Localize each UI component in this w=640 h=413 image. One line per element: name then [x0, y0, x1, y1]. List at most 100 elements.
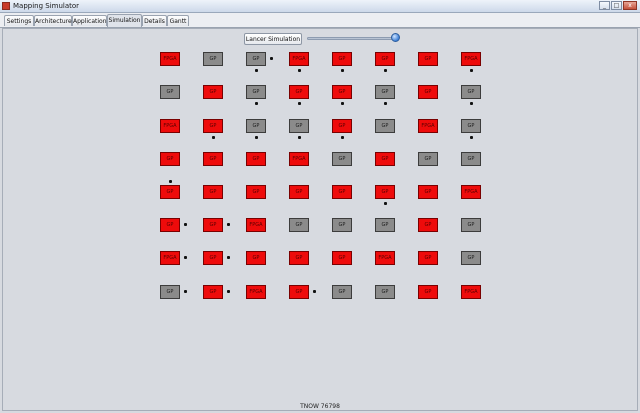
task-token — [298, 136, 301, 139]
task-token — [227, 256, 230, 259]
maximize-button[interactable]: □ — [611, 1, 622, 10]
processor-node-r6-c6[interactable]: GP — [418, 251, 438, 265]
processor-node-r7-c1[interactable]: GP — [203, 285, 223, 299]
tab-gantt[interactable]: Gantt — [167, 15, 189, 26]
window-controls: _ □ x — [599, 1, 637, 10]
task-token — [255, 102, 258, 105]
tab-simulation[interactable]: Simulation — [107, 14, 142, 27]
processor-node-r5-c5[interactable]: GP — [375, 218, 395, 232]
processor-node-r5-c7[interactable]: GP — [461, 218, 481, 232]
task-token — [384, 202, 387, 205]
processor-node-r3-c4[interactable]: GP — [332, 152, 352, 166]
processor-node-r5-c0[interactable]: GP — [160, 218, 180, 232]
minimize-button[interactable]: _ — [599, 1, 610, 10]
processor-node-r5-c2[interactable]: FPGA — [246, 218, 266, 232]
close-button[interactable]: x — [623, 1, 637, 10]
processor-node-r2-c6[interactable]: FPGA — [418, 119, 438, 133]
processor-node-r0-c5[interactable]: GP — [375, 52, 395, 66]
task-token — [212, 136, 215, 139]
app-icon — [2, 2, 10, 10]
processor-node-r0-c0[interactable]: FPGA — [160, 52, 180, 66]
task-token — [298, 102, 301, 105]
tab-bar: Settings Architecture Application Simula… — [0, 13, 640, 28]
processor-node-r5-c6[interactable]: GP — [418, 218, 438, 232]
processor-node-r7-c4[interactable]: GP — [332, 285, 352, 299]
launch-simulation-button[interactable]: Lancer Simulation — [244, 33, 302, 45]
task-token — [384, 102, 387, 105]
task-token — [313, 290, 316, 293]
processor-node-r6-c0[interactable]: FPGA — [160, 251, 180, 265]
processor-node-r5-c1[interactable]: GP — [203, 218, 223, 232]
processor-node-r4-c0[interactable]: GP — [160, 185, 180, 199]
processor-node-r1-c3[interactable]: GP — [289, 85, 309, 99]
processor-node-r7-c7[interactable]: FPGA — [461, 285, 481, 299]
task-token — [270, 57, 273, 60]
processor-node-r0-c4[interactable]: GP — [332, 52, 352, 66]
processor-node-r6-c5[interactable]: FPGA — [375, 251, 395, 265]
processor-node-r7-c6[interactable]: GP — [418, 285, 438, 299]
task-token — [470, 136, 473, 139]
processor-node-r2-c4[interactable]: GP — [332, 119, 352, 133]
processor-node-r1-c4[interactable]: GP — [332, 85, 352, 99]
processor-node-r4-c7[interactable]: FPGA — [461, 185, 481, 199]
processor-node-r6-c4[interactable]: GP — [332, 251, 352, 265]
processor-node-r5-c4[interactable]: GP — [332, 218, 352, 232]
processor-node-r6-c7[interactable]: GP — [461, 251, 481, 265]
processor-node-r6-c3[interactable]: GP — [289, 251, 309, 265]
processor-node-r4-c3[interactable]: GP — [289, 185, 309, 199]
processor-node-r7-c2[interactable]: FPGA — [246, 285, 266, 299]
processor-node-r6-c1[interactable]: GP — [203, 251, 223, 265]
processor-node-r4-c6[interactable]: GP — [418, 185, 438, 199]
task-token — [298, 69, 301, 72]
processor-node-r0-c3[interactable]: FPGA — [289, 52, 309, 66]
processor-node-r7-c3[interactable]: GP — [289, 285, 309, 299]
processor-node-r2-c7[interactable]: GP — [461, 119, 481, 133]
processor-node-r4-c1[interactable]: GP — [203, 185, 223, 199]
tab-application[interactable]: Application — [72, 15, 107, 26]
processor-node-r0-c7[interactable]: FPGA — [461, 52, 481, 66]
task-token — [184, 223, 187, 226]
task-token — [169, 180, 172, 183]
speed-slider-thumb[interactable] — [391, 33, 400, 42]
processor-node-r0-c6[interactable]: GP — [418, 52, 438, 66]
processor-node-r4-c4[interactable]: GP — [332, 185, 352, 199]
processor-node-r1-c0[interactable]: GP — [160, 85, 180, 99]
task-token — [184, 290, 187, 293]
processor-node-r2-c5[interactable]: GP — [375, 119, 395, 133]
processor-node-r3-c2[interactable]: GP — [246, 152, 266, 166]
processor-node-r2-c2[interactable]: GP — [246, 119, 266, 133]
processor-node-r3-c0[interactable]: GP — [160, 152, 180, 166]
processor-node-r3-c6[interactable]: GP — [418, 152, 438, 166]
processor-node-r2-c1[interactable]: GP — [203, 119, 223, 133]
processor-node-r5-c3[interactable]: GP — [289, 218, 309, 232]
task-token — [255, 69, 258, 72]
tab-settings[interactable]: Settings — [4, 15, 34, 26]
task-token — [227, 223, 230, 226]
processor-node-r3-c1[interactable]: GP — [203, 152, 223, 166]
processor-node-r1-c5[interactable]: GP — [375, 85, 395, 99]
processor-node-r3-c7[interactable]: GP — [461, 152, 481, 166]
processor-node-r0-c2[interactable]: GP — [246, 52, 266, 66]
processor-node-r2-c0[interactable]: FPGA — [160, 119, 180, 133]
processor-node-r7-c0[interactable]: GP — [160, 285, 180, 299]
processor-node-r6-c2[interactable]: GP — [246, 251, 266, 265]
processor-node-r1-c7[interactable]: GP — [461, 85, 481, 99]
processor-node-r1-c1[interactable]: GP — [203, 85, 223, 99]
task-token — [341, 136, 344, 139]
processor-node-r1-c2[interactable]: GP — [246, 85, 266, 99]
task-token — [341, 102, 344, 105]
task-token — [384, 69, 387, 72]
tab-architecture[interactable]: Architecture — [34, 15, 72, 26]
processor-node-r3-c5[interactable]: GP — [375, 152, 395, 166]
processor-node-r3-c3[interactable]: FPGA — [289, 152, 309, 166]
processor-node-r0-c1[interactable]: GP — [203, 52, 223, 66]
tab-details[interactable]: Details — [142, 15, 167, 26]
simulation-panel — [2, 28, 638, 411]
processor-node-r7-c5[interactable]: GP — [375, 285, 395, 299]
processor-node-r4-c5[interactable]: GP — [375, 185, 395, 199]
processor-node-r2-c3[interactable]: GP — [289, 119, 309, 133]
speed-slider-track[interactable] — [307, 37, 397, 40]
task-token — [255, 136, 258, 139]
processor-node-r1-c6[interactable]: GP — [418, 85, 438, 99]
processor-node-r4-c2[interactable]: GP — [246, 185, 266, 199]
